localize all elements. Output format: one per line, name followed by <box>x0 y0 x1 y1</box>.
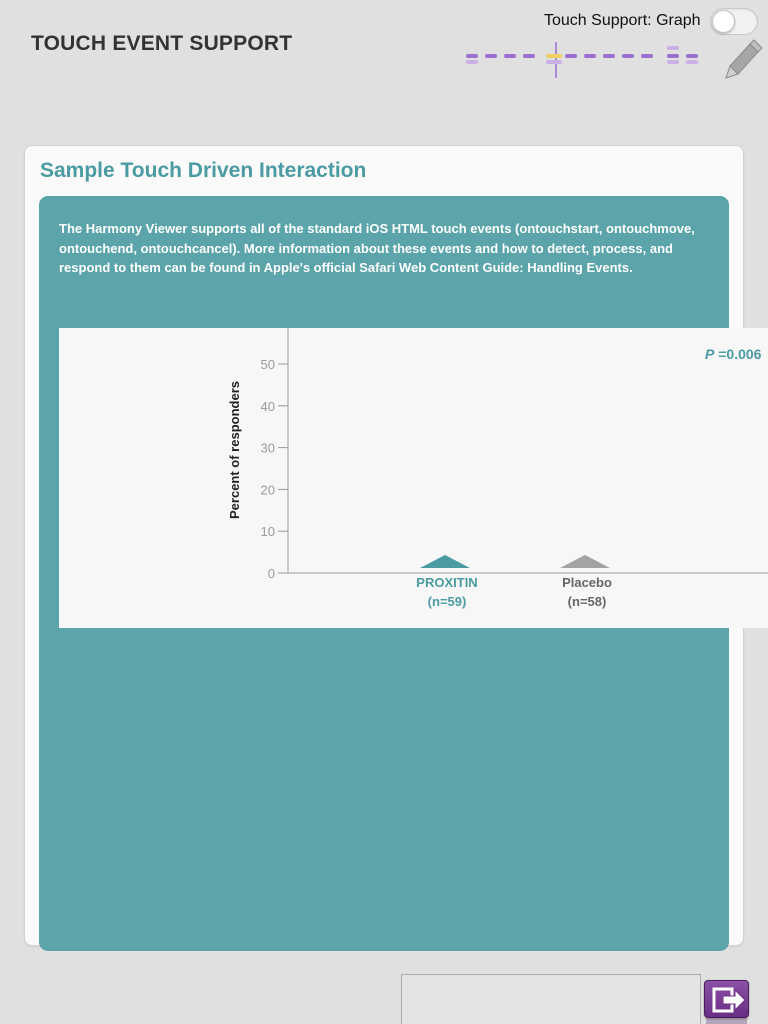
category-label: PROXITIN <box>416 575 477 590</box>
bar-marker-placebo <box>560 555 610 568</box>
toggle-knob[interactable] <box>712 10 735 33</box>
y-tick-label: 20 <box>261 482 275 497</box>
p-value-annotation: P =0.006 <box>705 346 762 362</box>
timeline-marker[interactable] <box>546 42 562 78</box>
card-title: Sample Touch Driven Interaction <box>40 159 367 182</box>
exit-icon <box>712 987 746 1013</box>
bottom-panel <box>401 974 701 1024</box>
bar-marker-proxitin <box>420 555 470 568</box>
y-tick-label: 30 <box>261 441 275 456</box>
y-tick-label: 50 <box>261 357 275 372</box>
panel-description: The Harmony Viewer supports all of the s… <box>59 221 695 275</box>
category-label: Placebo <box>562 575 612 590</box>
y-axis-label: Percent of responders <box>227 381 242 519</box>
timeline-dashes <box>466 46 698 64</box>
timeline-scrubber[interactable] <box>464 40 708 82</box>
y-tick-label: 0 <box>268 566 275 581</box>
y-tick-label: 40 <box>261 399 275 414</box>
exit-button[interactable] <box>704 980 749 1018</box>
page-title: TOUCH EVENT SUPPORT <box>31 32 293 55</box>
y-tick-label: 10 <box>261 524 275 539</box>
responders-chart[interactable]: 0 10 20 30 40 50 Percent of responders PROXITIN… <box>59 328 768 628</box>
touch-support-toggle[interactable] <box>710 8 758 35</box>
category-sublabel: (n=58) <box>568 594 607 609</box>
category-sublabel: (n=59) <box>428 594 467 609</box>
touch-support-toggle-label: Touch Support: Graph <box>544 12 701 29</box>
pencil-icon[interactable] <box>722 38 762 80</box>
chart-svg[interactable]: 0 10 20 30 40 50 Percent of responders PROXITIN… <box>59 328 768 628</box>
